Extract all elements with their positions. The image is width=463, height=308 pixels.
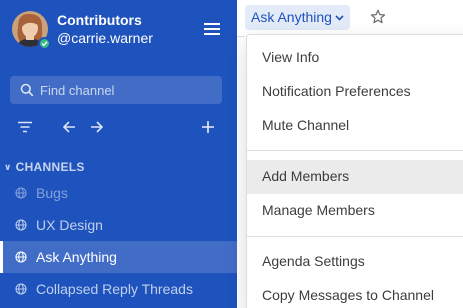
username: @carrie.warner	[57, 30, 153, 46]
menu-divider	[247, 150, 463, 151]
hamburger-icon	[204, 23, 220, 25]
sidebar-toolbar	[0, 116, 237, 140]
globe-icon	[15, 219, 27, 231]
globe-icon	[15, 187, 27, 199]
menu-item-mute-channel[interactable]: Mute Channel	[247, 109, 463, 143]
team-header: Contributors @carrie.warner	[12, 11, 226, 51]
back-arrow-icon[interactable]	[62, 120, 76, 134]
online-status-icon	[38, 37, 51, 50]
menu-item-label: Manage Members	[262, 202, 375, 218]
menu-item-manage-members[interactable]: Manage Members	[247, 194, 463, 228]
main-menu-button[interactable]	[204, 23, 222, 37]
sidebar-item-ask-anything[interactable]: Ask Anything	[0, 241, 237, 273]
menu-item-notification-preferences[interactable]: Notification Preferences	[247, 75, 463, 109]
menu-item-add-members[interactable]: Add Members	[247, 160, 463, 194]
favorite-star-icon[interactable]	[370, 9, 386, 25]
globe-icon	[15, 251, 27, 263]
channels-section-label: CHANNELS	[15, 160, 85, 174]
menu-item-label: Notification Preferences	[262, 83, 411, 99]
channel-header-menu-button[interactable]: Ask Anything	[245, 5, 350, 30]
chevron-down-icon: ∨	[4, 162, 12, 172]
menu-item-label: Add Members	[262, 168, 350, 184]
filter-icon[interactable]	[17, 121, 33, 133]
sidebar-item-label: Collapsed Reply Threads	[36, 281, 193, 297]
find-channel-input[interactable]: Find channel	[10, 76, 222, 104]
channel-title: Ask Anything	[251, 9, 332, 25]
sidebar-item-bugs[interactable]: Bugs	[0, 177, 237, 209]
menu-item-view-info[interactable]: View Info	[247, 41, 463, 75]
header-divider	[237, 36, 245, 37]
sidebar-item-label: Ask Anything	[36, 249, 117, 265]
channels-section-header[interactable]: ∨ CHANNELS	[4, 160, 85, 174]
chevron-down-icon	[335, 15, 344, 21]
channel-menu: View Info Notification Preferences Mute …	[246, 34, 463, 308]
team-name: Contributors	[57, 12, 142, 28]
menu-item-copy-messages[interactable]: Copy Messages to Channel	[247, 279, 463, 308]
add-icon[interactable]	[201, 120, 215, 134]
sidebar-item-collapsed-reply-threads[interactable]: Collapsed Reply Threads	[0, 273, 237, 305]
forward-arrow-icon[interactable]	[90, 120, 104, 134]
search-icon	[20, 83, 34, 97]
menu-item-label: Copy Messages to Channel	[262, 287, 434, 303]
globe-icon	[15, 283, 27, 295]
menu-item-agenda-settings[interactable]: Agenda Settings	[247, 245, 463, 279]
sidebar-item-label: UX Design	[36, 217, 103, 233]
sidebar-item-ux-design[interactable]: UX Design	[0, 209, 237, 241]
find-channel-placeholder: Find channel	[40, 83, 115, 98]
sidebar: Contributors @carrie.warner Find channel	[0, 0, 237, 308]
menu-item-label: Agenda Settings	[262, 253, 365, 269]
menu-item-label: Mute Channel	[262, 117, 350, 133]
menu-divider	[247, 236, 463, 237]
avatar[interactable]	[12, 11, 51, 50]
sidebar-item-label: Bugs	[36, 185, 68, 201]
app-window: Contributors @carrie.warner Find channel	[0, 0, 463, 308]
menu-item-label: View Info	[262, 49, 320, 65]
